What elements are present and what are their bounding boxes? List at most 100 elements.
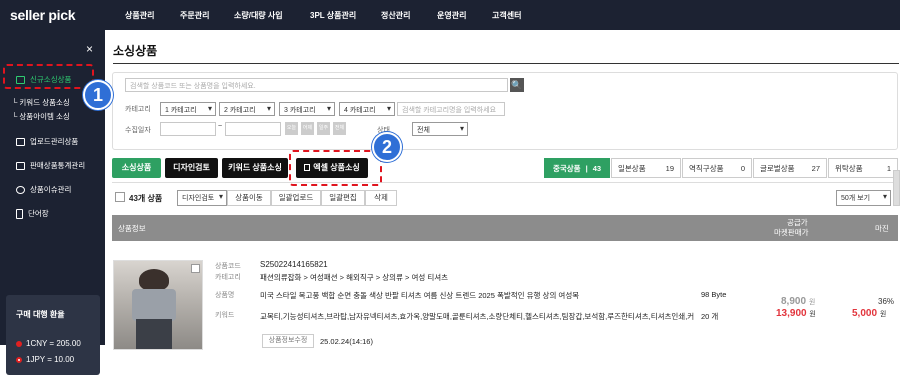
upload-folder-icon — [16, 137, 25, 146]
nav-operations[interactable]: 운영관리 — [437, 10, 466, 21]
chart-icon — [16, 161, 25, 170]
product-thumbnail[interactable] — [113, 260, 203, 350]
rate-cny-value: 1CNY = 205.00 — [26, 339, 81, 348]
logo-text-seller: seller — [10, 7, 45, 23]
close-icon[interactable]: × — [86, 42, 93, 56]
status-select[interactable]: 전체 — [412, 122, 468, 136]
sidebar-item-dictionary[interactable]: 단어장 — [16, 208, 49, 219]
date-all-button[interactable]: 전체 — [333, 122, 346, 135]
search-input[interactable]: 검색할 상품코드 또는 상품명을 입력하세요. — [125, 78, 508, 92]
exchange-rate-box: 구매 대행 환율 1CNY = 205.00 1JPY = 10.00 — [6, 295, 100, 375]
date-start-input[interactable] — [160, 122, 216, 136]
sidebar-subitem-keyword-sourcing[interactable]: └ 키워드 상품소싱 — [12, 97, 70, 108]
bulk-upload-button[interactable]: 일괄업로드 — [271, 190, 321, 206]
sidebar-item-upload-management[interactable]: 업로드관리상품 — [16, 136, 78, 147]
currency-unit: 원 — [809, 311, 816, 318]
page-size-select[interactable]: 50개 보기 — [836, 190, 891, 206]
tab-label: 역직구상품 — [689, 163, 724, 173]
nav-bulk-purchase[interactable]: 소량/대량 사입 — [234, 10, 283, 21]
tab-china-products[interactable]: 중국상품 | 43 — [544, 158, 610, 178]
category-label: 카테고리 — [215, 274, 241, 281]
product-category: 패션의류잡화 > 여성패션 > 해외직구 > 상의류 > 여성 티셔츠 — [260, 273, 449, 282]
edit-product-button[interactable]: 상품정보수정 — [262, 334, 314, 348]
sidebar-item-sales-stats[interactable]: 판매상품통계관리 — [16, 160, 85, 171]
highlight-excel-sourcing — [289, 150, 382, 186]
category-3-select[interactable]: 3 카테고리 — [279, 102, 335, 116]
sidebar-item-label: 업로드관리상품 — [30, 137, 79, 146]
tab-japan-products[interactable]: 일본상품 19 — [611, 158, 681, 178]
table-row: 상품코드 S25022414165821 카테고리 패션의류잡화 > 여성패션 … — [112, 244, 898, 350]
bulk-edit-button[interactable]: 일괄편집 — [321, 190, 365, 206]
book-icon — [16, 208, 23, 219]
page-title: 소싱상품 — [113, 44, 158, 58]
supply-price: 8,900 원 — [781, 296, 815, 307]
nav-settlement[interactable]: 정산관리 — [381, 10, 410, 21]
product-code-label: 상품코드 — [215, 263, 241, 270]
date-today-button[interactable]: 오늘 — [285, 122, 298, 135]
section-divider — [112, 182, 898, 183]
margin-percent: 36% — [878, 297, 895, 306]
move-products-button[interactable]: 상품이동 — [227, 190, 271, 206]
step-badge-1: 1 — [83, 80, 113, 110]
date-yesterday-button[interactable]: 어제 — [301, 122, 314, 135]
tab-label: 글로벌상품 — [760, 163, 795, 173]
column-margin: 마진 — [875, 224, 889, 233]
tab-label: 중국상품 — [552, 163, 581, 173]
tab-reverse-products[interactable]: 역직구상품 0 — [682, 158, 752, 178]
exchange-rate-title: 구매 대행 환율 — [16, 310, 65, 319]
tab-count: 43 — [592, 163, 602, 173]
nav-3pl-management[interactable]: 3PL 상품관리 — [310, 10, 356, 21]
keyword-sourcing-button[interactable]: 키워드 상품소싱 — [222, 158, 288, 178]
keyword-label: 키워드 — [215, 312, 235, 319]
table-header: 상품정보 공급가 마켓판매가 마진 — [112, 215, 898, 241]
rate-jpy-value: 1JPY = 10.00 — [26, 355, 75, 364]
row-checkbox[interactable] — [191, 264, 200, 273]
tab-label: 일본상품 — [618, 163, 646, 173]
sidebar-item-issue-management[interactable]: 상품이슈관리 — [16, 184, 71, 195]
category-2-select[interactable]: 2 카테고리 — [219, 102, 275, 116]
sellerpick-logo[interactable]: seller pick — [10, 7, 76, 23]
sidebar-item-label: 판매상품통계관리 — [30, 161, 86, 170]
rate-cny: 1CNY = 205.00 — [16, 339, 81, 348]
product-keywords[interactable]: 교복티,기능성티셔츠,브라탑,남자유넥티셔츠,효가옥,양말도매,골룬티셔츠,소량… — [260, 311, 700, 322]
margin-amount-value: 5,000 — [852, 308, 878, 319]
sidebar-item-label: 단어장 — [28, 209, 49, 218]
sidebar-subitem-item-sourcing[interactable]: └ 상품아이템 소싱 — [12, 111, 70, 122]
tab-count: 1 — [886, 163, 891, 173]
issue-icon — [16, 185, 25, 194]
sidebar-item-label: 키워드 상품소싱 — [19, 98, 70, 107]
title-divider — [113, 63, 899, 64]
tab-label: 위탁상품 — [835, 163, 863, 173]
china-flag-icon — [16, 340, 22, 347]
market-price-value: 13,900 — [776, 308, 807, 319]
product-name-bytes: 98 Byte — [701, 290, 727, 299]
design-review-button[interactable]: 디자인검토 — [165, 158, 218, 178]
tab-count: 0 — [740, 163, 745, 173]
nav-customer-center[interactable]: 고객센터 — [492, 10, 521, 21]
tab-count: 27 — [811, 163, 820, 173]
tab-global-products[interactable]: 글로벌상품 27 — [753, 158, 827, 178]
date-end-input[interactable] — [225, 122, 281, 136]
category-search-input[interactable]: 검색할 카테고리명을 입력하세요 — [397, 102, 505, 116]
main-content: 소싱상품 검색할 상품코드 또는 상품명을 입력하세요. 🔍 카테고리 1 카테… — [105, 30, 900, 350]
nav-order-management[interactable]: 주문관리 — [180, 10, 209, 21]
date-week-button[interactable]: 일주 — [317, 122, 330, 135]
nav-product-management[interactable]: 상품관리 — [125, 10, 154, 21]
select-all-checkbox[interactable] — [115, 192, 125, 202]
category-4-select[interactable]: 4 카테고리 — [339, 102, 395, 116]
category-1-select[interactable]: 1 카테고리 — [160, 102, 216, 116]
tab-consignment-products[interactable]: 위탁상품 1 — [828, 158, 898, 178]
search-icon[interactable]: 🔍 — [510, 78, 524, 92]
column-product-info: 상품정보 — [118, 224, 146, 233]
sidebar-item-label: 상품이슈관리 — [30, 185, 72, 194]
product-name[interactable]: 미국 스타일 복고풍 백합 순면 충돌 색상 반팔 티셔츠 여름 신상 트렌드 … — [260, 290, 579, 301]
supply-price-value: 8,900 — [781, 296, 807, 307]
side-scroll-handle[interactable] — [893, 170, 900, 206]
currency-unit: 원 — [879, 311, 887, 318]
design-review-select[interactable]: 디자인검토 — [177, 190, 227, 206]
sourcing-products-button[interactable]: 소싱상품 — [112, 158, 161, 178]
product-code: S25022414165821 — [260, 260, 328, 269]
rate-jpy: 1JPY = 10.00 — [16, 355, 74, 364]
date-separator: ~ — [218, 123, 223, 130]
delete-button[interactable]: 삭제 — [365, 190, 397, 206]
